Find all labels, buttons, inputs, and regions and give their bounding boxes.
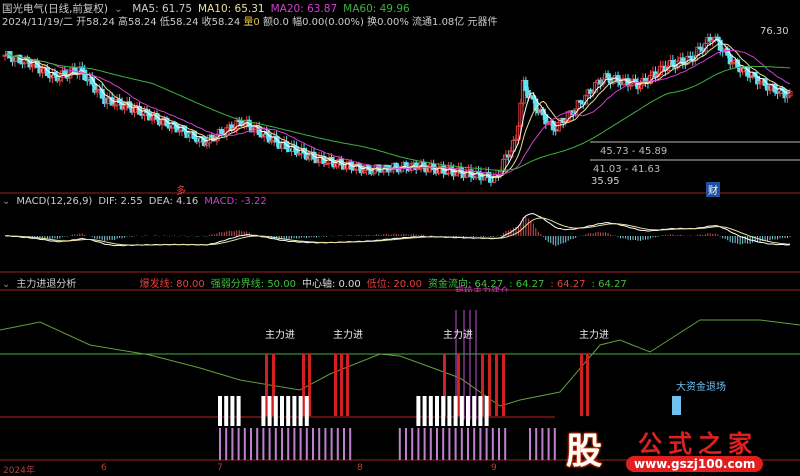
candle-body bbox=[605, 73, 611, 79]
x-tick: 8 bbox=[357, 463, 363, 473]
dea-line bbox=[4, 217, 791, 246]
white-bar bbox=[441, 396, 446, 426]
white-bar bbox=[304, 396, 309, 426]
white-bar bbox=[224, 396, 229, 426]
high-label: 76.30 bbox=[760, 26, 789, 37]
macd-header: ⌄ MACD(12,26,9) DIF: 2.55 DEA: 4.16 MACD: -3… bbox=[2, 196, 273, 207]
val-6: : 64.27 bbox=[509, 279, 545, 290]
white-bar bbox=[236, 396, 241, 426]
enter-bar bbox=[502, 354, 505, 416]
white-bar bbox=[280, 396, 284, 426]
indicator-title[interactable]: 主力进退分析 bbox=[16, 279, 76, 290]
enter-label-4: 主力进 bbox=[579, 330, 609, 341]
candle-body bbox=[219, 129, 225, 135]
x-tick: 7 bbox=[217, 463, 223, 473]
white-bar bbox=[261, 396, 266, 426]
white-bar bbox=[292, 396, 297, 426]
candle-body bbox=[393, 162, 399, 168]
white-bar bbox=[286, 396, 291, 426]
white-bar bbox=[447, 396, 452, 426]
white-bar bbox=[273, 396, 278, 426]
white-bar bbox=[459, 396, 464, 426]
dropdown-icon[interactable]: ⌄ bbox=[2, 196, 10, 207]
dropdown-icon[interactable]: ⌄ bbox=[2, 279, 10, 290]
exit-label: 大资金退场 bbox=[676, 382, 726, 393]
low-label: 35.95 bbox=[591, 176, 620, 187]
white-bar bbox=[428, 396, 433, 426]
white-bar bbox=[298, 396, 303, 426]
val-8: : 64.27 bbox=[591, 279, 627, 290]
x-tick: 2024年 bbox=[3, 466, 35, 476]
flow-line bbox=[0, 319, 800, 407]
white-bar bbox=[422, 396, 427, 426]
chart-canvas bbox=[0, 33, 800, 461]
line-burst: 爆发线: 80.00 bbox=[139, 279, 205, 290]
enter-bar bbox=[340, 354, 343, 416]
super-label: 超级主力建仓 bbox=[455, 287, 510, 292]
enter-label-3: 主力进 bbox=[443, 330, 473, 341]
white-bar bbox=[466, 396, 470, 426]
x-tick: 6 bbox=[101, 463, 107, 473]
macd-value: MACD: -3.22 bbox=[204, 196, 267, 207]
logo-url: www.gszj100.com bbox=[626, 456, 764, 472]
exit-bar bbox=[672, 396, 681, 415]
mark-cai: 财 bbox=[706, 182, 720, 197]
logo-mark: 股 bbox=[566, 431, 603, 472]
white-bar bbox=[416, 396, 421, 426]
white-bar bbox=[472, 396, 477, 426]
white-bar bbox=[267, 396, 272, 426]
white-bar bbox=[484, 396, 489, 426]
white-bar bbox=[218, 396, 222, 426]
val-7: : 64.27 bbox=[550, 279, 586, 290]
white-bar bbox=[453, 396, 458, 426]
logo-name: 公式之家 bbox=[638, 430, 758, 458]
line-strong-weak: 强弱分界线: 50.00 bbox=[210, 279, 296, 290]
white-bar bbox=[230, 396, 235, 426]
dea-value: DEA: 4.16 bbox=[148, 196, 199, 207]
amount-info: 额0.0 幅0.00(0.00%) 换0.00% 流通1.08亿 元器件 bbox=[262, 17, 498, 28]
dif-value: DIF: 2.55 bbox=[98, 196, 143, 207]
enter-bar bbox=[346, 354, 349, 416]
enter-bar bbox=[580, 354, 583, 416]
enter-bar bbox=[334, 354, 337, 416]
candle-body bbox=[670, 59, 676, 65]
white-bar bbox=[435, 396, 439, 426]
ohlc-info: 2024/11/19/二 开58.24 高58.24 低58.24 收58.24 bbox=[2, 17, 241, 28]
quote-line: 2024/11/19/二 开58.24 高58.24 低58.24 收58.24… bbox=[2, 13, 497, 28]
mark-duo: 多 bbox=[176, 186, 186, 197]
enter-label-2: 主力进 bbox=[333, 330, 363, 341]
line-center: 中心轴: 0.00 bbox=[301, 279, 361, 290]
enter-bar bbox=[265, 354, 268, 416]
enter-label-1: 主力进 bbox=[265, 330, 295, 341]
enter-bar bbox=[586, 354, 589, 416]
line-low: 低位: 20.00 bbox=[366, 279, 422, 290]
ma60-line bbox=[4, 52, 791, 171]
x-tick: 9 bbox=[491, 463, 497, 473]
white-bar bbox=[478, 396, 483, 426]
watermark-logo: 股 公式之家 www.gszj100.com bbox=[556, 420, 800, 476]
range-label-1: 45.73 - 45.89 bbox=[600, 146, 668, 157]
range-label-2: 41.03 - 41.63 bbox=[593, 164, 661, 175]
macd-title[interactable]: MACD(12,26,9) bbox=[16, 196, 92, 207]
enter-bar bbox=[495, 354, 498, 416]
candle-body bbox=[523, 79, 529, 92]
indicator-header: ⌄ 主力进退分析 爆发线: 80.00 强弱分界线: 50.00 中心轴: 0.00 低… bbox=[2, 275, 633, 290]
volume-info: 量0 bbox=[243, 17, 260, 28]
